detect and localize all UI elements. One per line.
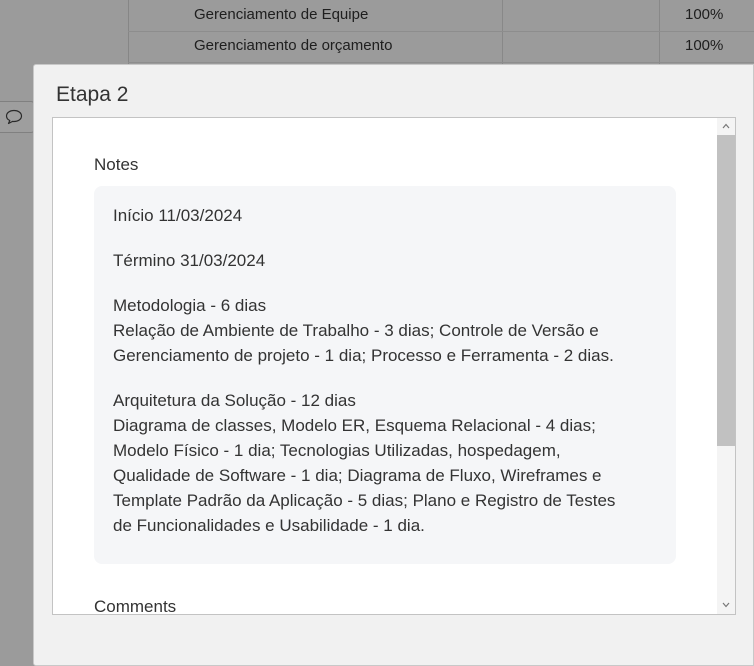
note-paragraph: Término 31/03/2024 <box>113 248 657 273</box>
scrollbar-thumb[interactable] <box>717 135 735 446</box>
note-paragraph: Início 11/03/2024 <box>113 203 657 228</box>
note-paragraph: Arquitetura da Solução - 12 dias Diagram… <box>113 388 657 538</box>
notes-content: Início 11/03/2024 Término 31/03/2024 Met… <box>94 186 676 564</box>
notes-heading: Notes <box>94 155 139 174</box>
note-line: Relação de Ambiente de Trabalho - 3 dias… <box>113 321 599 340</box>
scroll-down-button[interactable] <box>717 597 735 614</box>
note-line: Qualidade de Software - 1 dia; Diagrama … <box>113 466 602 485</box>
note-line: Início 11/03/2024 <box>113 206 243 225</box>
note-line: Arquitetura da Solução - 12 dias <box>113 391 356 410</box>
note-line: Template Padrão da Aplicação - 5 dias; P… <box>113 491 616 510</box>
chevron-up-icon <box>717 123 735 129</box>
dialog-title: Etapa 2 <box>56 83 129 106</box>
comments-heading: Comments <box>94 597 177 615</box>
note-paragraph: Metodologia - 6 dias Relação de Ambiente… <box>113 293 657 368</box>
note-line: Metodologia - 6 dias <box>113 296 267 315</box>
scroll-up-button[interactable] <box>717 118 735 135</box>
chevron-down-icon <box>717 602 735 608</box>
note-line: Modelo Físico - 1 dia; Tecnologias Utili… <box>113 441 561 460</box>
note-line: de Funcionalidades e Usabilidade - 1 dia… <box>113 516 425 535</box>
vertical-scrollbar[interactable] <box>717 118 735 614</box>
note-line: Término 31/03/2024 <box>113 251 266 270</box>
note-line: Gerenciamento de projeto - 1 dia; Proces… <box>113 346 614 365</box>
note-line: Diagrama de classes, Modelo ER, Esquema … <box>113 416 596 435</box>
task-details-dialog: Etapa 2 Notes Início 11/03/2024 Término … <box>33 64 754 666</box>
dialog-scroll-area[interactable]: Notes Início 11/03/2024 Término 31/03/20… <box>52 117 736 615</box>
